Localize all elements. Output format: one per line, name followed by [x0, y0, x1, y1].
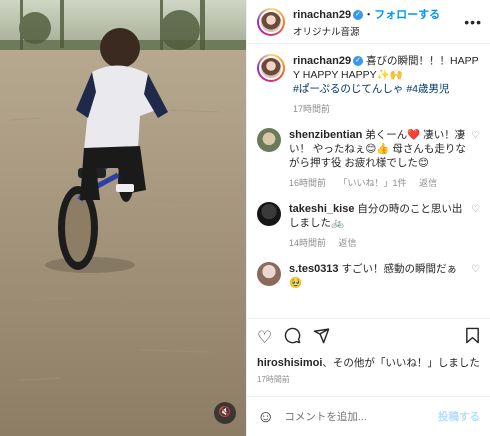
likes-user[interactable]: hiroshisimoi: [257, 357, 322, 369]
comment-time: 16時間前: [289, 178, 327, 188]
likes-text[interactable]: 、その他が「いいね！」しました: [322, 357, 480, 369]
list-item: takeshi_kise 自分の時のこと思い出しました🚲 14時間前 返信 ♡: [257, 202, 480, 250]
caption: rinachan29 ✓ 喜びの瞬間！！！HAPPY HAPPY HAPPY✨🙌 …: [257, 54, 480, 116]
comment-username[interactable]: takeshi_kise: [289, 203, 354, 215]
follow-button[interactable]: フォローする: [374, 9, 440, 21]
post-header: rinachan29 ✓ ・フォローする オリジナル音源 •••: [247, 0, 490, 44]
share-icon[interactable]: [313, 327, 330, 347]
comment-icon[interactable]: [284, 327, 301, 347]
comment-likes[interactable]: 「いいね！」1件: [339, 178, 407, 188]
reply-button[interactable]: 返信: [419, 178, 437, 188]
heart-icon[interactable]: ♡: [466, 128, 480, 190]
post-video[interactable]: 🔇: [0, 0, 246, 436]
header-separator: ・: [363, 8, 375, 21]
author-avatar-small[interactable]: [257, 54, 285, 82]
action-bar: ♡: [247, 319, 490, 355]
heart-icon[interactable]: ♡: [466, 262, 480, 290]
speaker-muted-icon[interactable]: 🔇: [214, 402, 236, 424]
comments-list[interactable]: rinachan29 ✓ 喜びの瞬間！！！HAPPY HAPPY HAPPY✨🙌 …: [247, 44, 490, 319]
verified-icon: ✓: [353, 9, 364, 20]
caption-time: 17時間前: [293, 104, 331, 114]
avatar[interactable]: [257, 202, 281, 226]
audio-label[interactable]: オリジナル音源: [293, 24, 440, 38]
verified-icon: ✓: [353, 56, 364, 67]
comment-username[interactable]: s.tes0313: [289, 263, 339, 275]
caption-username[interactable]: rinachan29: [293, 55, 351, 67]
heart-icon[interactable]: ♡: [466, 202, 480, 250]
avatar[interactable]: [257, 128, 281, 152]
comment-composer: ☺ 投稿する: [247, 396, 490, 436]
comment-input[interactable]: [284, 410, 438, 423]
author-username[interactable]: rinachan29: [293, 9, 351, 21]
list-item: s.tes0313 すごい！感動の瞬間だぁ🥹 ♡: [257, 262, 480, 290]
list-item: shenzibentian 弟くーん❤️ 凄い！凄い！ やったねぇ😊👍 母さんも…: [257, 128, 480, 190]
video-frame: [0, 0, 246, 436]
avatar[interactable]: [257, 262, 281, 286]
post-time: 17時間前: [257, 375, 290, 384]
likes-summary: hiroshisimoi、その他が「いいね！」しました: [247, 355, 490, 370]
caption-hashtags[interactable]: #ぱーぷるのじてんしゃ #4歳男児: [293, 83, 450, 95]
post-button[interactable]: 投稿する: [438, 409, 480, 424]
more-options-icon[interactable]: •••: [464, 14, 482, 30]
post-panel: rinachan29 ✓ ・フォローする オリジナル音源 ••• rinachan2…: [246, 0, 490, 436]
bookmark-icon[interactable]: [465, 327, 480, 347]
reply-button[interactable]: 返信: [339, 238, 357, 248]
emoji-icon[interactable]: ☺: [257, 407, 274, 427]
heart-icon[interactable]: ♡: [257, 329, 272, 346]
comment-time: 14時間前: [289, 238, 327, 248]
author-avatar[interactable]: [257, 7, 285, 36]
comment-username[interactable]: shenzibentian: [289, 129, 362, 141]
